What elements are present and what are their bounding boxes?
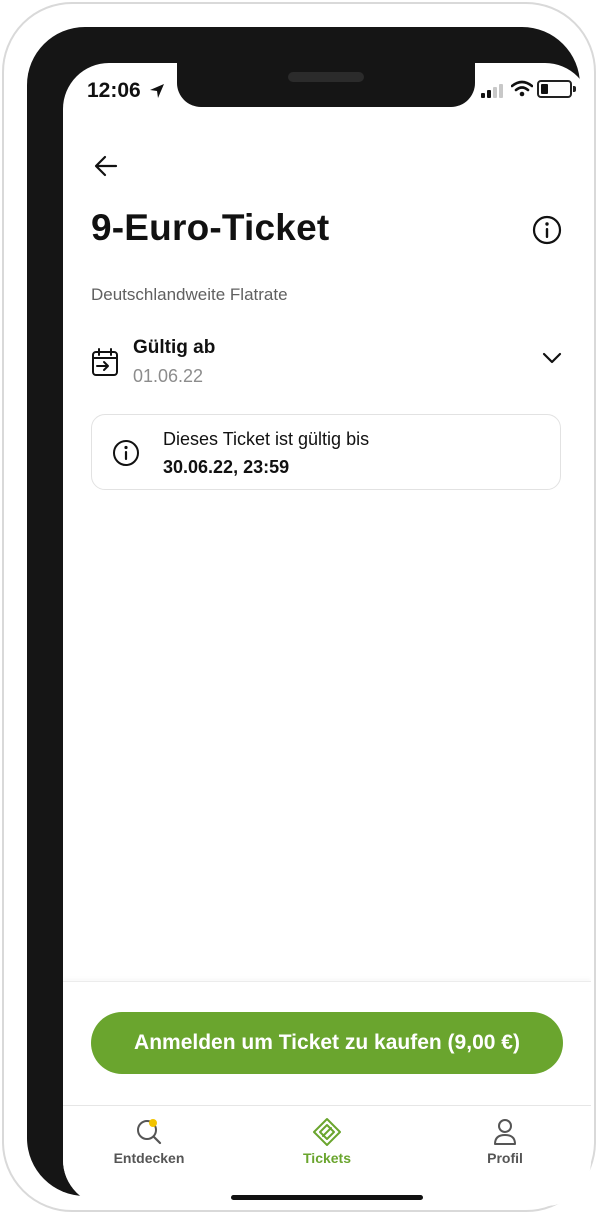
checkout-footer: Anmelden um Ticket zu kaufen (9,00 €) [63,981,591,1106]
phone-frame: 12:06 9-Euro-Ticket Deutschlandweite Fla… [2,2,596,1212]
tab-label: Entdecken [113,1150,185,1166]
location-arrow-icon [150,84,164,98]
tab-entdecken[interactable]: Entdecken [79,1116,219,1166]
battery-tip [573,86,576,92]
battery-icon [537,80,576,98]
back-arrow-icon[interactable] [91,151,121,181]
login-to-buy-button[interactable]: Anmelden um Ticket zu kaufen (9,00 €) [91,1012,563,1074]
tab-icon-wrap [435,1116,575,1148]
validity-selector[interactable]: Gültig ab 01.06.22 [91,337,563,393]
validity-info-box: Dieses Ticket ist gültig bis 30.06.22, 2… [91,414,561,490]
validity-label: Gültig ab [133,337,216,358]
tab-profil[interactable]: Profil [435,1116,575,1166]
phone-bezel: 12:06 9-Euro-Ticket Deutschlandweite Fla… [27,27,591,1206]
battery-level [541,84,548,94]
page-title: 9-Euro-Ticket [91,207,330,248]
info-icon[interactable] [531,214,563,246]
validity-date: 01.06.22 [133,366,204,386]
wifi-icon [511,80,533,97]
info-text: Dieses Ticket ist gültig bis [163,429,370,449]
tab-label: Profil [487,1150,523,1166]
speaker [288,72,364,82]
ticket-icon [313,1118,341,1146]
app-screen: 12:06 9-Euro-Ticket Deutschlandweite Fla… [63,63,591,1206]
home-indicator[interactable] [231,1195,423,1200]
cellular-signal-icon [481,84,503,98]
notch [177,63,475,107]
notification-dot [149,1119,157,1127]
chevron-down-icon[interactable] [541,351,563,365]
info-circle-icon [113,440,139,466]
info-valid-until: 30.06.22, 23:59 [163,457,290,477]
tab-bar: Entdecken Tickets Profil [63,1105,591,1206]
tab-icon-wrap [257,1116,397,1148]
profile-icon [494,1119,516,1145]
status-time: 12:06 [87,79,141,102]
tab-label: Tickets [303,1150,351,1166]
tab-icon-wrap [79,1116,219,1148]
page-subtitle: Deutschlandweite Flatrate [91,285,288,304]
calendar-icon [92,348,118,376]
tab-tickets[interactable]: Tickets [257,1116,397,1166]
